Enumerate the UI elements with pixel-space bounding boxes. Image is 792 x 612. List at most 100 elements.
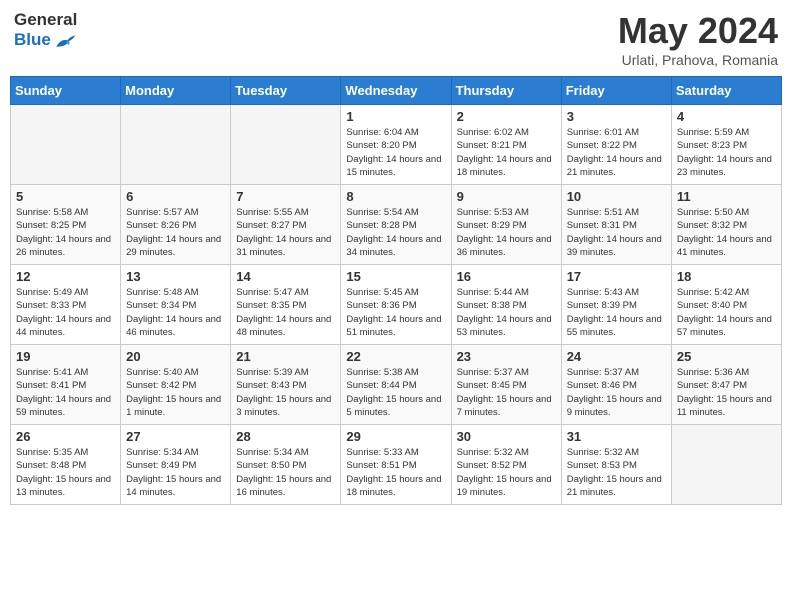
day-info: Sunrise: 5:48 AM Sunset: 8:34 PM Dayligh… xyxy=(126,286,225,339)
calendar-cell: 23Sunrise: 5:37 AM Sunset: 8:45 PM Dayli… xyxy=(451,345,561,425)
calendar-cell: 4 Sunrise: 5:59 AM Sunset: 8:23 PM Daylig… xyxy=(671,105,781,185)
day-number: 6 xyxy=(126,189,225,204)
calendar-cell xyxy=(231,105,341,185)
day-number: 5 xyxy=(16,189,115,204)
calendar-cell: 16Sunrise: 5:44 AM Sunset: 8:38 PM Dayli… xyxy=(451,265,561,345)
day-number: 8 xyxy=(346,189,445,204)
day-info: Sunrise: 5:43 AM Sunset: 8:39 PM Dayligh… xyxy=(567,286,666,339)
column-header-monday: Monday xyxy=(121,77,231,105)
day-info: Sunrise: 5:47 AM Sunset: 8:35 PM Dayligh… xyxy=(236,286,335,339)
column-header-tuesday: Tuesday xyxy=(231,77,341,105)
day-number: 14 xyxy=(236,269,335,284)
calendar-cell: 5 Sunrise: 5:58 AM Sunset: 8:25 PM Daylig… xyxy=(11,185,121,265)
calendar-week-row: 26 Sunrise: 5:35 AM Sunset: 8:48 PM Dayli… xyxy=(11,425,782,505)
day-info: Sunrise: 5:59 AM Sunset: 8:23 PM Dayligh… xyxy=(677,126,776,179)
day-number: 3 xyxy=(567,109,666,124)
day-info: Sunrise: 5:34 AM Sunset: 8:50 PM Dayligh… xyxy=(236,446,335,499)
day-number: 12 xyxy=(16,269,115,284)
calendar-cell: 12 Sunrise: 5:49 AM Sunset: 8:33 PM Dayli… xyxy=(11,265,121,345)
calendar-cell: 29Sunrise: 5:33 AM Sunset: 8:51 PM Dayli… xyxy=(341,425,451,505)
day-info: Sunrise: 5:41 AM Sunset: 8:41 PM Dayligh… xyxy=(16,366,115,419)
logo: General Blue xyxy=(14,10,77,51)
calendar-cell: 22 Sunrise: 5:38 AM Sunset: 8:44 PM Dayli… xyxy=(341,345,451,425)
column-header-saturday: Saturday xyxy=(671,77,781,105)
day-info: Sunrise: 5:32 AM Sunset: 8:52 PM Dayligh… xyxy=(457,446,556,499)
calendar-cell: 14 Sunrise: 5:47 AM Sunset: 8:35 PM Dayli… xyxy=(231,265,341,345)
calendar-cell: 21Sunrise: 5:39 AM Sunset: 8:43 PM Dayli… xyxy=(231,345,341,425)
day-info: Sunrise: 6:02 AM Sunset: 8:21 PM Dayligh… xyxy=(457,126,556,179)
column-header-friday: Friday xyxy=(561,77,671,105)
day-number: 18 xyxy=(677,269,776,284)
day-info: Sunrise: 5:55 AM Sunset: 8:27 PM Dayligh… xyxy=(236,206,335,259)
day-info: Sunrise: 5:50 AM Sunset: 8:32 PM Dayligh… xyxy=(677,206,776,259)
calendar-cell: 26 Sunrise: 5:35 AM Sunset: 8:48 PM Dayli… xyxy=(11,425,121,505)
day-number: 1 xyxy=(346,109,445,124)
day-number: 7 xyxy=(236,189,335,204)
calendar-cell: 3 Sunrise: 6:01 AM Sunset: 8:22 PM Daylig… xyxy=(561,105,671,185)
day-number: 26 xyxy=(16,429,115,444)
calendar-table: SundayMondayTuesdayWednesdayThursdayFrid… xyxy=(10,76,782,505)
day-number: 15 xyxy=(346,269,445,284)
day-info: Sunrise: 5:33 AM Sunset: 8:51 PM Dayligh… xyxy=(346,446,445,499)
logo-bird-icon xyxy=(53,31,77,51)
title-block: May 2024 Urlati, Prahova, Romania xyxy=(618,10,778,68)
calendar-cell: 20 Sunrise: 5:40 AM Sunset: 8:42 PM Dayli… xyxy=(121,345,231,425)
day-number: 28 xyxy=(236,429,335,444)
day-number: 22 xyxy=(346,349,445,364)
month-title: May 2024 xyxy=(618,10,778,52)
day-number: 23 xyxy=(457,349,556,364)
day-number: 10 xyxy=(567,189,666,204)
calendar-cell: 2 Sunrise: 6:02 AM Sunset: 8:21 PM Daylig… xyxy=(451,105,561,185)
day-number: 11 xyxy=(677,189,776,204)
day-number: 19 xyxy=(16,349,115,364)
day-number: 9 xyxy=(457,189,556,204)
calendar-header-row: SundayMondayTuesdayWednesdayThursdayFrid… xyxy=(11,77,782,105)
column-header-thursday: Thursday xyxy=(451,77,561,105)
day-number: 27 xyxy=(126,429,225,444)
calendar-cell: 25Sunrise: 5:36 AM Sunset: 8:47 PM Dayli… xyxy=(671,345,781,425)
day-info: Sunrise: 5:38 AM Sunset: 8:44 PM Dayligh… xyxy=(346,366,445,419)
day-number: 20 xyxy=(126,349,225,364)
calendar-cell xyxy=(121,105,231,185)
day-info: Sunrise: 6:01 AM Sunset: 8:22 PM Dayligh… xyxy=(567,126,666,179)
calendar-cell: 1 Sunrise: 6:04 AM Sunset: 8:20 PM Daylig… xyxy=(341,105,451,185)
day-info: Sunrise: 5:49 AM Sunset: 8:33 PM Dayligh… xyxy=(16,286,115,339)
day-number: 2 xyxy=(457,109,556,124)
day-info: Sunrise: 5:53 AM Sunset: 8:29 PM Dayligh… xyxy=(457,206,556,259)
day-info: Sunrise: 5:37 AM Sunset: 8:46 PM Dayligh… xyxy=(567,366,666,419)
calendar-cell: 19 Sunrise: 5:41 AM Sunset: 8:41 PM Dayli… xyxy=(11,345,121,425)
calendar-cell: 8 Sunrise: 5:54 AM Sunset: 8:28 PM Daylig… xyxy=(341,185,451,265)
day-number: 13 xyxy=(126,269,225,284)
calendar-cell: 24Sunrise: 5:37 AM Sunset: 8:46 PM Dayli… xyxy=(561,345,671,425)
calendar-cell: 18 Sunrise: 5:42 AM Sunset: 8:40 PM Dayli… xyxy=(671,265,781,345)
day-number: 16 xyxy=(457,269,556,284)
calendar-week-row: 12 Sunrise: 5:49 AM Sunset: 8:33 PM Dayli… xyxy=(11,265,782,345)
day-number: 21 xyxy=(236,349,335,364)
calendar-cell: 13 Sunrise: 5:48 AM Sunset: 8:34 PM Dayli… xyxy=(121,265,231,345)
day-info: Sunrise: 5:34 AM Sunset: 8:49 PM Dayligh… xyxy=(126,446,225,499)
day-number: 4 xyxy=(677,109,776,124)
day-info: Sunrise: 5:45 AM Sunset: 8:36 PM Dayligh… xyxy=(346,286,445,339)
logo-general-text: General xyxy=(14,10,77,30)
day-number: 31 xyxy=(567,429,666,444)
day-info: Sunrise: 5:35 AM Sunset: 8:48 PM Dayligh… xyxy=(16,446,115,499)
calendar-cell: 27 Sunrise: 5:34 AM Sunset: 8:49 PM Dayli… xyxy=(121,425,231,505)
day-number: 30 xyxy=(457,429,556,444)
calendar-cell: 7 Sunrise: 5:55 AM Sunset: 8:27 PM Daylig… xyxy=(231,185,341,265)
calendar-cell: 17 Sunrise: 5:43 AM Sunset: 8:39 PM Dayli… xyxy=(561,265,671,345)
day-info: Sunrise: 5:40 AM Sunset: 8:42 PM Dayligh… xyxy=(126,366,225,419)
calendar-week-row: 1 Sunrise: 6:04 AM Sunset: 8:20 PM Daylig… xyxy=(11,105,782,185)
day-number: 17 xyxy=(567,269,666,284)
column-header-sunday: Sunday xyxy=(11,77,121,105)
day-info: Sunrise: 5:42 AM Sunset: 8:40 PM Dayligh… xyxy=(677,286,776,339)
calendar-week-row: 19 Sunrise: 5:41 AM Sunset: 8:41 PM Dayli… xyxy=(11,345,782,425)
calendar-cell xyxy=(11,105,121,185)
calendar-cell: 28 Sunrise: 5:34 AM Sunset: 8:50 PM Dayli… xyxy=(231,425,341,505)
day-info: Sunrise: 6:04 AM Sunset: 8:20 PM Dayligh… xyxy=(346,126,445,179)
calendar-cell: 11 Sunrise: 5:50 AM Sunset: 8:32 PM Dayli… xyxy=(671,185,781,265)
calendar-week-row: 5 Sunrise: 5:58 AM Sunset: 8:25 PM Daylig… xyxy=(11,185,782,265)
day-info: Sunrise: 5:54 AM Sunset: 8:28 PM Dayligh… xyxy=(346,206,445,259)
page-header: General Blue May 2024 Urlati, Prahova, R… xyxy=(10,10,782,68)
calendar-cell: 15 Sunrise: 5:45 AM Sunset: 8:36 PM Dayli… xyxy=(341,265,451,345)
day-info: Sunrise: 5:58 AM Sunset: 8:25 PM Dayligh… xyxy=(16,206,115,259)
